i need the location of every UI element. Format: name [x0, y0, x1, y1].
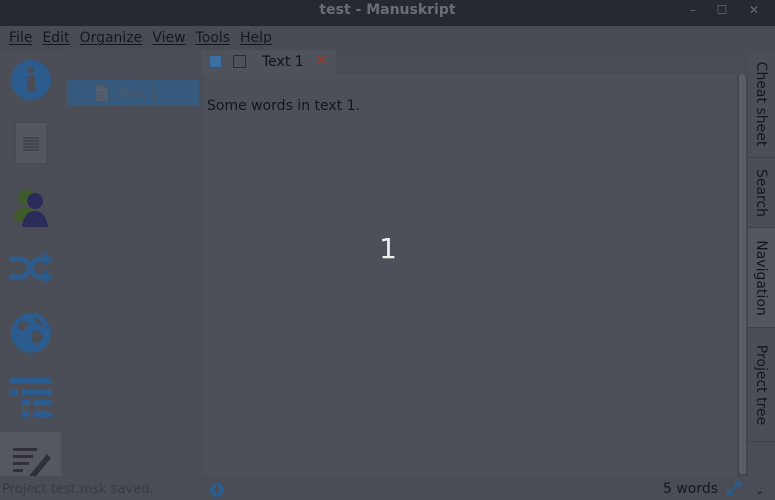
tab-project-tree[interactable]: Project tree: [748, 328, 775, 442]
menu-organize[interactable]: Organize: [80, 30, 143, 46]
close-window-button[interactable]: ✕: [747, 3, 761, 17]
plot-icon: [9, 252, 53, 284]
menu-tools[interactable]: Tools: [196, 30, 231, 46]
tab-cheat-sheet-label: Cheat sheet: [753, 61, 769, 146]
status-bar: Project test.msk saved. 5 words ⌄: [0, 476, 775, 500]
window-titlebar: test - Manuskript – ☐ ✕: [0, 0, 775, 26]
menubar: File Edit Organize View Tools Help: [0, 26, 775, 50]
editor-tabbar: Text 1 ✕: [201, 50, 748, 74]
tab-cheat-sheet[interactable]: Cheat sheet: [748, 50, 775, 158]
text-editor[interactable]: Some words in text 1. 1: [203, 74, 737, 476]
status-message: Project test.msk saved.: [2, 482, 154, 497]
info-button[interactable]: [0, 50, 61, 110]
word-count: 5 words: [663, 481, 719, 497]
menu-view[interactable]: View: [152, 30, 185, 46]
window-title: test - Manuskript: [319, 2, 456, 18]
page-number-overlay: 1: [379, 232, 397, 265]
fullscreen-icon[interactable]: [726, 480, 742, 496]
tree-item-label: Text 1: [117, 85, 159, 101]
tab-text-1[interactable]: Text 1 ✕: [201, 50, 336, 74]
tab-search-label: Search: [753, 168, 769, 217]
characters-button[interactable]: [0, 176, 61, 236]
outline-button[interactable]: [0, 368, 61, 428]
editor-scrollbar[interactable]: [737, 74, 748, 476]
summary-icon: [14, 121, 47, 165]
main-sidebar: [0, 50, 63, 500]
menu-edit[interactable]: Edit: [42, 30, 69, 46]
menu-file[interactable]: File: [9, 30, 32, 46]
outline-icon: [9, 378, 52, 417]
tab-navigation-label: Navigation: [753, 239, 769, 316]
scrollbar-thumb[interactable]: [739, 74, 746, 474]
tab-search[interactable]: Search: [748, 158, 775, 228]
document-icon: [95, 84, 109, 102]
plot-button[interactable]: [0, 239, 61, 299]
maximize-button[interactable]: ☐: [715, 3, 729, 17]
world-button[interactable]: [0, 303, 61, 363]
split-view-icon[interactable]: [233, 55, 246, 68]
tree-item-text-1[interactable]: Text 1: [67, 80, 199, 106]
text-view-icon[interactable]: [209, 55, 222, 68]
summary-button[interactable]: [0, 113, 61, 173]
project-tree-panel: Text 1: [63, 76, 201, 476]
minimize-button[interactable]: –: [686, 3, 700, 17]
chevron-down-icon[interactable]: ⌄: [755, 484, 764, 497]
right-dock-tabs: Cheat sheet Search Navigation Project tr…: [748, 50, 775, 500]
goal-icon[interactable]: [209, 482, 225, 498]
tab-close-button[interactable]: ✕: [316, 53, 327, 68]
characters-icon: [12, 189, 48, 227]
editor-text[interactable]: Some words in text 1.: [207, 98, 360, 114]
menu-help[interactable]: Help: [240, 30, 272, 46]
tab-label: Text 1: [262, 54, 304, 70]
world-icon: [10, 313, 51, 353]
info-icon: [10, 60, 51, 100]
tab-navigation[interactable]: Navigation: [748, 228, 775, 328]
tab-project-tree-label: Project tree: [753, 344, 769, 425]
